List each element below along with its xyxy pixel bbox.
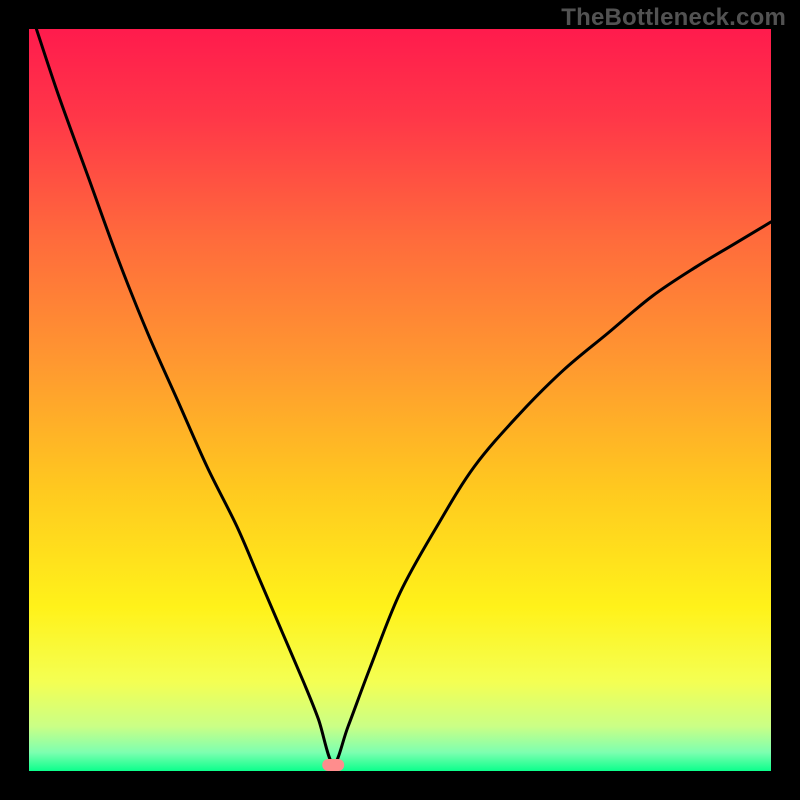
chart-frame: TheBottleneck.com	[0, 0, 800, 800]
watermark-text: TheBottleneck.com	[561, 4, 786, 32]
chart-svg	[29, 29, 771, 771]
optimal-marker	[322, 759, 344, 771]
chart-background	[29, 29, 771, 771]
plot-area	[29, 29, 771, 771]
